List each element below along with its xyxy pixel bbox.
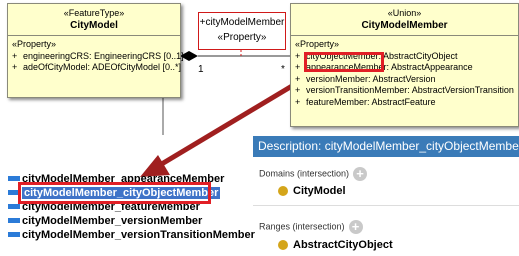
citymodel-header: «FeatureType» CityModel [8,4,180,36]
section-divider [253,205,519,206]
domain-entry[interactable]: CityModel [278,185,346,197]
ranges-label: Ranges (intersection) + [259,220,363,234]
multiplicity-source: 1 [198,64,204,75]
citymodelmember-stereotype: «Union» [387,8,422,18]
association-role: +cityModelMember [199,17,285,28]
citymodel-stereotype: «FeatureType» [63,8,125,18]
association-stereotype: «Property» [217,32,267,43]
citymodelmember-attribute: + featureMember: AbstractFeature [295,96,436,107]
range-entry[interactable]: AbstractCityObject [278,239,393,251]
property-icon [8,203,20,209]
citymodel-section-label: «Property» [12,39,57,49]
tree-item[interactable]: cityModelMember_versionTransitionMember [0,228,255,242]
citymodelmember-header: «Union» CityModelMember [291,4,518,36]
citymodel-class[interactable]: «FeatureType» CityModel «Property» + engi… [7,3,184,98]
property-icon [8,231,20,237]
class-icon [278,186,288,197]
citymodel-name: CityModel [70,20,118,31]
property-icon [8,217,20,223]
citymodel-attribute: + adeOfCityModel: ADEOfCityModel [0..*] [12,62,182,72]
property-icon [8,175,20,181]
add-range-button[interactable]: + [348,220,363,234]
description-header: Description: cityModelMember_cityObjectM… [253,136,519,157]
multiplicity-target: * [281,64,285,75]
association-label[interactable]: +cityModelMember «Property» [198,12,286,50]
attribute-highlight-box [304,52,384,72]
domains-label: Domains (intersection) + [259,167,368,181]
citymodel-attributes: «Property» + engineeringCRS: EngineeringC… [8,36,184,77]
tree-highlight-box [18,182,211,204]
citymodelmember-name: CityModelMember [361,20,448,31]
citymodelmember-attribute: + versionMember: AbstractVersion [295,73,436,84]
citymodelmember-section-label: «Property» [295,39,340,49]
citymodelmember-attribute: + versionTransitionMember: AbstractVersio… [295,85,514,95]
class-icon [278,240,288,251]
citymodel-attribute: + engineeringCRS: EngineeringCRS [0..1] [12,50,184,61]
add-domain-button[interactable]: + [353,167,368,181]
tree-item[interactable]: cityModelMember_versionMember [0,214,202,228]
citymodelmember-attributes: «Property» + cityObjectMember: AbstractCi… [291,36,518,111]
